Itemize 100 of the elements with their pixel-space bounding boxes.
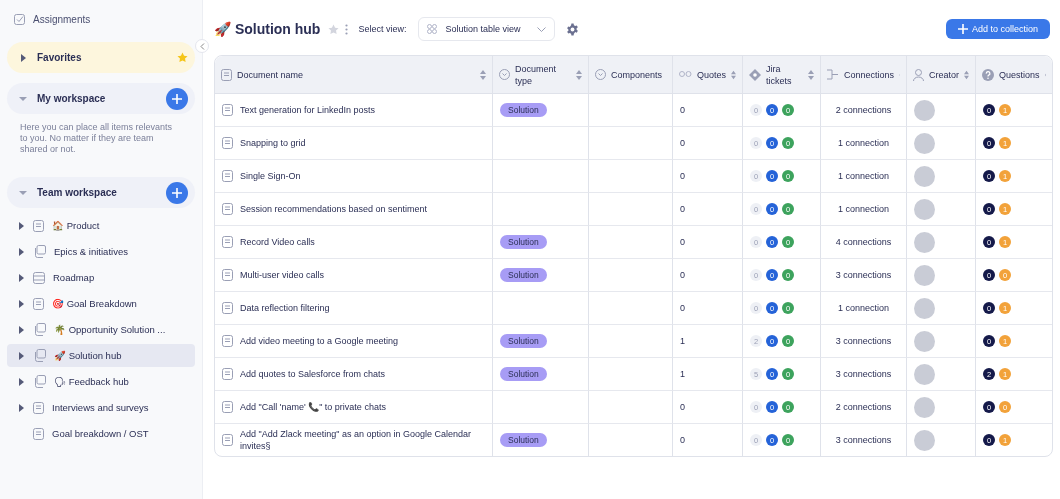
avatar (914, 198, 935, 220)
document-name-cell[interactable]: Record Video calls (215, 226, 493, 259)
tree-item[interactable]: Epics & initiatives (7, 240, 195, 263)
document-name-cell[interactable]: Text generation for LinkedIn posts (215, 94, 493, 127)
avatar (914, 396, 935, 418)
document-icon (222, 104, 233, 116)
avatar (914, 132, 935, 154)
connections-cell: 1 connection (821, 127, 907, 160)
document-name-cell[interactable]: Session recommendations based on sentiment (215, 193, 493, 226)
chevron-left-icon (199, 42, 205, 50)
tree-item[interactable]: Interviews and surveys (7, 396, 195, 419)
document-type-cell: Solution (493, 424, 589, 456)
avatar (914, 165, 935, 187)
caret-icon[interactable] (17, 247, 25, 256)
checkbox-icon (14, 14, 25, 25)
document-name-cell[interactable]: Add "Call 'name' 📞" to private chats (215, 391, 493, 424)
connections-cell: 1 connection (821, 160, 907, 193)
column-header[interactable]: Components (589, 56, 673, 94)
favorites-section[interactable]: Favorites (7, 42, 195, 73)
column-header[interactable]: Questions (976, 56, 1052, 94)
column-header[interactable]: Document name (215, 56, 493, 94)
connections-cell: 3 connections (821, 424, 907, 456)
document-name-cell[interactable]: Add quotes to Salesforce from chats (215, 358, 493, 391)
caret-icon[interactable] (17, 403, 25, 412)
caret-icon[interactable] (17, 377, 25, 386)
tree-item[interactable]: 🚀 Solution hub (7, 344, 195, 367)
avatar (914, 231, 935, 253)
document-icon (222, 236, 233, 248)
document-icon (222, 335, 233, 347)
tree-item[interactable]: 🏠 Product (7, 214, 195, 237)
quotes-cell: 0 (673, 391, 743, 424)
sort-icon[interactable] (808, 69, 814, 80)
caret-icon[interactable] (19, 53, 27, 62)
document-icon (222, 368, 233, 380)
star-icon (177, 52, 188, 63)
connections-cell: 3 connections (821, 259, 907, 292)
quotes-cell: 0 (673, 193, 743, 226)
document-icon (222, 203, 233, 215)
column-header[interactable]: Quotes (673, 56, 743, 94)
quotes-cell: 0 (673, 160, 743, 193)
avatar (914, 429, 935, 451)
document-name-cell[interactable]: Add video meeting to a Google meeting (215, 325, 493, 358)
add-button[interactable] (166, 87, 188, 110)
sort-icon[interactable] (964, 69, 969, 80)
document-type-cell: Solution (493, 259, 589, 292)
sort-icon[interactable] (480, 69, 486, 80)
nav-item[interactable]: Assignments (33, 14, 91, 25)
column-header[interactable]: Document type (493, 56, 589, 94)
column-header[interactable]: Creator (907, 56, 976, 94)
document-name-cell[interactable]: Single Sign-On (215, 160, 493, 193)
add-button[interactable] (166, 181, 188, 204)
view-dropdown[interactable]: Solution table view (418, 17, 555, 41)
quotes-cell: 0 (673, 424, 743, 456)
tree-item[interactable]: 🎯 Goal Breakdown (7, 292, 195, 315)
add-to-collection-button[interactable]: Add to collection (945, 19, 1050, 39)
document-icon (33, 401, 44, 414)
tree-item[interactable]: Goal breakdown / OST (7, 422, 195, 445)
tree-item[interactable]: Roadmap (7, 266, 195, 289)
avatar (914, 264, 935, 286)
stacked-pages-icon (33, 375, 46, 388)
view-label: Select view: (358, 24, 407, 34)
document-name-cell[interactable]: Add "Add Zlack meeting" as an option in Google Calendar invites§ (215, 424, 493, 456)
caret-icon[interactable] (17, 325, 25, 334)
document-name-cell[interactable]: Multi-user video calls (215, 259, 493, 292)
document-icon (222, 137, 233, 149)
stacked-pages-icon (33, 323, 46, 336)
my-workspace-section[interactable]: My workspace (7, 83, 195, 114)
document-name-cell[interactable]: Data reflection filtering (215, 292, 493, 325)
document-type-cell: Solution (493, 358, 589, 391)
document-icon (221, 68, 232, 81)
column-header[interactable]: Jira tickets (743, 56, 821, 94)
avatar (914, 363, 935, 385)
connections-cell: 2 connections (821, 391, 907, 424)
team-workspace-section[interactable]: Team workspace (7, 177, 195, 208)
question-icon (982, 68, 994, 81)
document-icon (33, 297, 44, 310)
tree-item[interactable]: 🌴 Opportunity Solution ... (7, 318, 195, 341)
sort-icon[interactable] (576, 69, 582, 80)
more-icon[interactable] (345, 23, 349, 35)
chevron-down-icon (536, 26, 546, 32)
column-header[interactable]: Connections (821, 56, 907, 94)
quotes-cell: 1 (673, 358, 743, 391)
document-name-cell[interactable]: Snapping to grid (215, 127, 493, 160)
caret-icon[interactable] (17, 273, 25, 282)
star-icon[interactable] (328, 23, 340, 35)
tree-item[interactable]: 🗣 Feedback hub (7, 370, 195, 393)
settings-icon[interactable] (565, 22, 579, 36)
dropdown-circle-icon (499, 69, 510, 80)
avatar (914, 99, 935, 121)
avatar (914, 297, 935, 319)
document-icon (222, 302, 233, 314)
grid-icon (427, 24, 438, 34)
avatar (914, 330, 935, 352)
document-icon (222, 434, 233, 446)
document-type-cell: Solution (493, 325, 589, 358)
caret-icon[interactable] (17, 221, 25, 230)
caret-icon[interactable] (17, 299, 25, 308)
caret-icon[interactable] (17, 351, 25, 360)
sort-icon[interactable] (731, 69, 736, 80)
quotes-cell: 0 (673, 259, 743, 292)
